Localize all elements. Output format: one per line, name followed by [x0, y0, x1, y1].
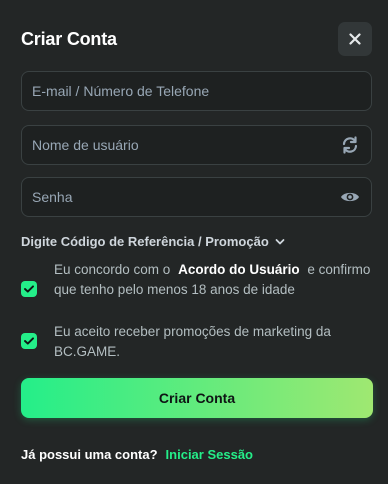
close-icon: [349, 33, 361, 45]
terms-checkbox[interactable]: [21, 281, 37, 297]
terms-text-before: Eu concordo com o: [54, 262, 171, 277]
terms-text: Eu concordo com o Acordo do Usuário e co…: [54, 260, 373, 300]
terms-agreement-row: Eu concordo com o Acordo do Usuário e co…: [21, 260, 373, 300]
marketing-text: Eu aceito receber promoções de marketing…: [54, 324, 331, 359]
email-input[interactable]: [32, 83, 361, 99]
referral-label: Digite Código de Referência / Promoção: [21, 234, 269, 249]
email-field-wrapper: [21, 71, 372, 111]
password-field-wrapper: [21, 177, 372, 217]
close-button[interactable]: [338, 22, 372, 56]
username-input[interactable]: [32, 137, 339, 153]
username-field-wrapper: [21, 125, 372, 165]
password-input[interactable]: [32, 189, 339, 205]
login-link[interactable]: Iniciar Sessão: [166, 447, 253, 462]
refresh-icon: [342, 136, 358, 154]
create-account-modal: Criar Conta E-mail / Número de Telefone …: [0, 0, 388, 484]
marketing-checkbox[interactable]: [21, 333, 37, 349]
check-icon: [24, 285, 34, 293]
refresh-username-button[interactable]: [339, 134, 361, 156]
toggle-password-visibility-button[interactable]: [339, 186, 361, 208]
chevron-down-icon: [275, 238, 285, 244]
login-prompt: Já possui uma conta? Iniciar Sessão: [21, 447, 253, 462]
modal-title: Criar Conta: [21, 28, 117, 49]
check-icon: [24, 337, 34, 345]
modal-header: Criar Conta: [21, 22, 372, 56]
login-question: Já possui uma conta?: [21, 447, 158, 462]
create-account-button[interactable]: Criar Conta: [21, 378, 373, 418]
marketing-agreement-row: Eu aceito receber promoções de marketing…: [21, 322, 373, 362]
user-agreement-link[interactable]: Acordo do Usuário: [174, 262, 304, 277]
eye-icon: [341, 192, 359, 202]
referral-code-toggle[interactable]: Digite Código de Referência / Promoção: [21, 234, 285, 249]
